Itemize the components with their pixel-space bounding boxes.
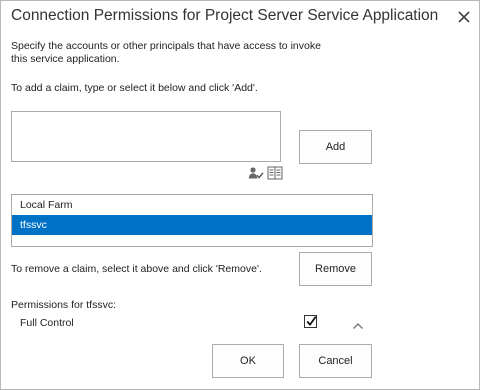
check-names-icon[interactable] xyxy=(248,166,264,180)
dialog-title: Connection Permissions for Project Serve… xyxy=(11,7,439,24)
claim-input[interactable] xyxy=(11,111,281,162)
remove-button[interactable]: Remove xyxy=(299,252,372,286)
cancel-button[interactable]: Cancel xyxy=(299,344,372,378)
description-line-2: this service application. xyxy=(11,53,120,65)
close-icon[interactable] xyxy=(455,8,473,26)
ok-button[interactable]: OK xyxy=(212,344,284,378)
browse-icon[interactable] xyxy=(267,166,283,180)
description-line-1: Specify the accounts or other principals… xyxy=(11,40,321,52)
full-control-checkbox[interactable] xyxy=(304,315,317,328)
remove-instruction: To remove a claim, select it above and c… xyxy=(11,263,262,275)
chevron-up-icon[interactable] xyxy=(352,317,364,329)
list-item[interactable]: Local Farm xyxy=(12,195,372,215)
permission-name: Full Control xyxy=(20,317,74,329)
claims-list[interactable]: Local Farm tfssvc xyxy=(11,194,373,247)
connection-permissions-dialog: Connection Permissions for Project Serve… xyxy=(0,0,480,390)
add-instruction: To add a claim, type or select it below … xyxy=(11,82,258,94)
list-item-selected[interactable]: tfssvc xyxy=(12,215,372,235)
permissions-label: Permissions for tfssvc: xyxy=(11,299,117,311)
description-text: Specify the accounts or other principals… xyxy=(11,40,321,66)
add-button[interactable]: Add xyxy=(299,130,372,164)
